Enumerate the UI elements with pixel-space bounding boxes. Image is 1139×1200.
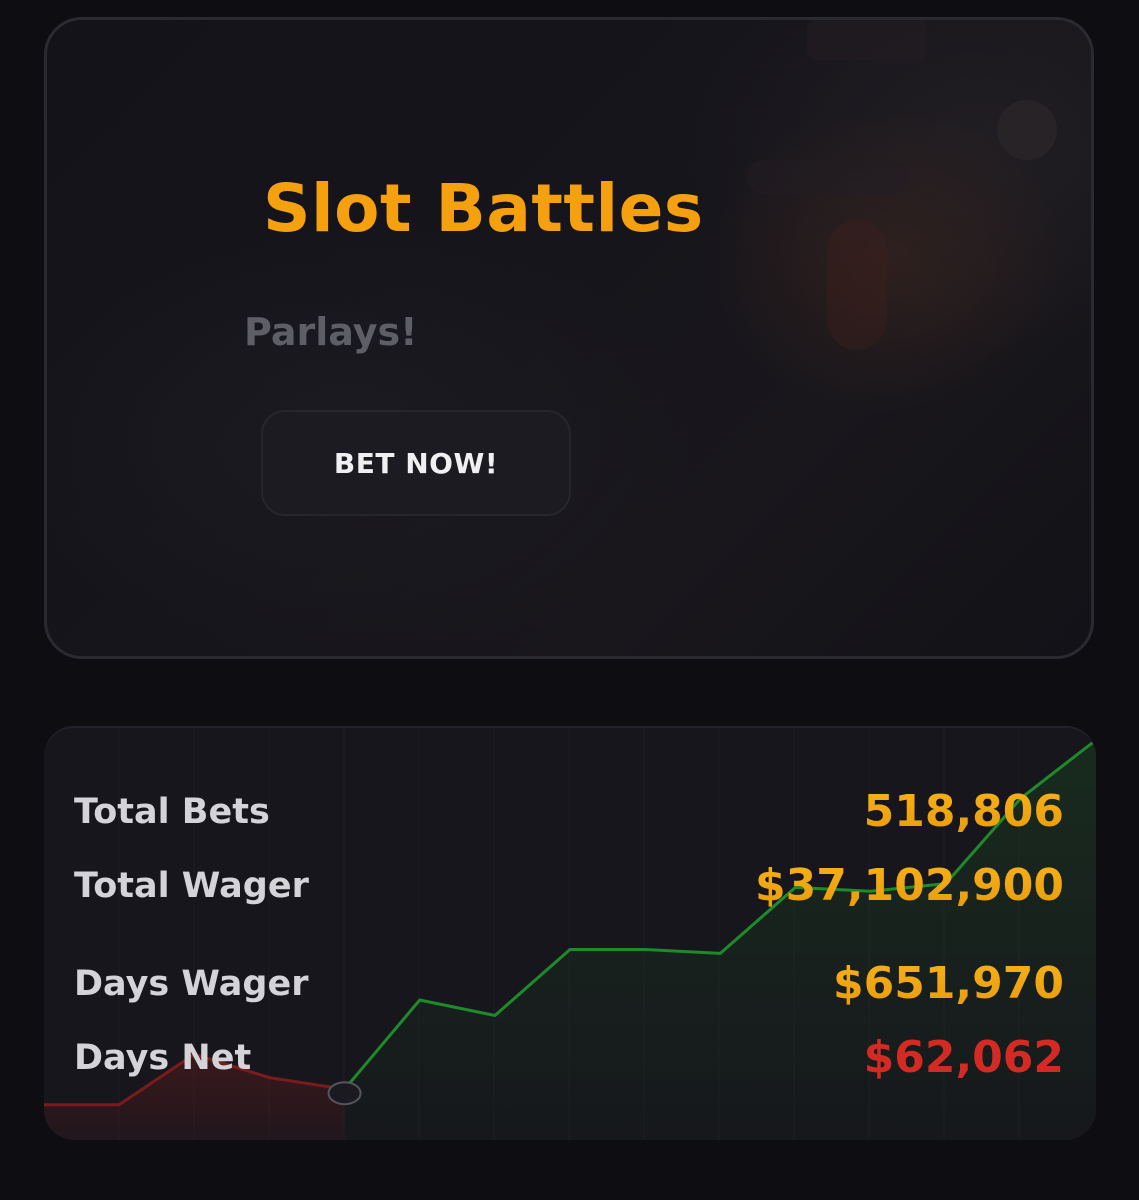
stat-row-total-wager: Total Wager $37,102,900 xyxy=(74,858,1064,914)
page: Slot Battles Parlays! BET NOW! Total Bet… xyxy=(0,0,1139,1200)
bet-now-button[interactable]: BET NOW! xyxy=(261,410,571,516)
stat-row-days-net: Days Net $62,062 xyxy=(74,1030,1064,1086)
stat-row-total-bets: Total Bets 518,806 xyxy=(74,784,1064,840)
stat-label: Total Wager xyxy=(74,866,309,906)
banner-subtitle: Parlays! xyxy=(244,310,418,354)
stat-row-days-wager: Days Wager $651,970 xyxy=(74,956,1064,1012)
stat-value: $37,102,900 xyxy=(755,858,1064,914)
stat-value: 518,806 xyxy=(864,784,1064,840)
banner-title: Slot Battles xyxy=(263,170,704,247)
promo-banner[interactable]: Slot Battles Parlays! BET NOW! xyxy=(44,17,1094,659)
stat-value: $62,062 xyxy=(863,1032,1064,1083)
stat-label: Days Net xyxy=(74,1038,252,1078)
stat-value: $651,970 xyxy=(833,956,1064,1012)
stat-label: Days Wager xyxy=(74,964,309,1004)
banner-background-image xyxy=(47,20,1091,656)
stat-label: Total Bets xyxy=(74,792,270,832)
stats-card: Total Bets 518,806 Total Wager $37,102,9… xyxy=(44,726,1096,1140)
